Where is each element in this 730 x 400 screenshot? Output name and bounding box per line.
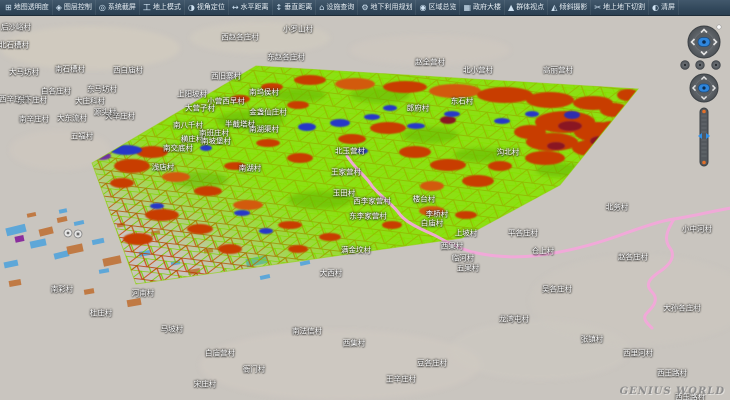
app-window: 后沙峪村北石槽村西赵各庄村小罗山村东赵各庄村赵全营村北小营村高丽营村西白庙村大马… (0, 0, 730, 400)
tilt-compass[interactable] (690, 74, 718, 102)
above-ground-mode-icon: 工 (143, 4, 151, 12)
map-transparency-icon: ⊞ (5, 4, 12, 12)
toolbar-label: 群体视点 (516, 4, 544, 11)
zoom-in-dot[interactable] (702, 110, 706, 114)
clear-screen-icon: ◐ (652, 4, 659, 12)
toolbar-label: 政府大楼 (473, 4, 501, 11)
group-viewpoint-icon: ▲ (508, 4, 514, 12)
toolbar-button-horizontal-distance[interactable]: ↔水平距离 (229, 0, 273, 15)
toolbar-label: 系统截屏 (108, 4, 136, 11)
region-overview-icon: ◉ (419, 4, 426, 12)
horizontal-distance-icon: ↔ (232, 4, 239, 12)
navigation-widget (676, 20, 730, 170)
oblique-photography-icon: ◭ (551, 4, 557, 12)
toolbar-label: 地上地下切割 (603, 4, 645, 11)
ground-underground-cut-icon: ✂ (594, 4, 601, 12)
toolbar-button-layer-control[interactable]: ◈图层控制 (53, 0, 96, 15)
toolbar-button-map-transparency[interactable]: ⊞地图透明度 (2, 0, 53, 15)
toolbar-button-underground-planning[interactable]: ⚙地下利用规划 (358, 0, 416, 15)
toolbar-button-region-overview[interactable]: ◉区域总览 (416, 0, 460, 15)
zoom-slider[interactable] (698, 108, 710, 166)
government-building-icon: ▦ (463, 4, 471, 12)
map-canvas[interactable] (0, 0, 730, 400)
pan-compass[interactable] (688, 26, 720, 58)
toolbar-button-above-ground-mode[interactable]: 工地上模式 (140, 0, 185, 15)
watermark: GENIUS WORLD (620, 386, 725, 397)
toolbar: ⊞地图透明度◈图层控制◎系统截屏工地上模式◑视角定位↔水平距离↕垂直距离⌂设施查… (0, 0, 730, 16)
toolbar-label: 垂直距离 (284, 4, 312, 11)
zoom-out-dot[interactable] (702, 161, 706, 165)
underground-planning-icon: ⚙ (361, 4, 368, 12)
compass-north-dot[interactable] (717, 25, 721, 29)
toolbar-label: 倾斜摄影 (559, 4, 587, 11)
toolbar-button-facility-query[interactable]: ⌂设施查询 (316, 0, 358, 15)
toolbar-button-clear-screen[interactable]: ◐清屏 (649, 0, 679, 15)
toolbar-button-government-building[interactable]: ▦政府大楼 (460, 0, 505, 15)
toolbar-label: 水平距离 (241, 4, 269, 11)
toolbar-label: 区域总览 (428, 4, 456, 11)
system-screenshot-icon: ◎ (99, 4, 106, 12)
view-positioning-icon: ◑ (188, 4, 195, 12)
toolbar-button-vertical-distance[interactable]: ↕垂直距离 (273, 0, 317, 15)
toolbar-label: 地下利用规划 (370, 4, 412, 11)
toolbar-label: 视角定位 (197, 4, 225, 11)
toolbar-label: 地上模式 (153, 4, 181, 11)
toolbar-button-system-screenshot[interactable]: ◎系统截屏 (96, 0, 140, 15)
toolbar-button-view-positioning[interactable]: ◑视角定位 (185, 0, 229, 15)
toolbar-label: 清屏 (661, 4, 675, 11)
toolbar-button-group-viewpoint[interactable]: ▲群体视点 (505, 0, 548, 15)
poi-markers[interactable] (64, 229, 82, 238)
toolbar-label: 图层控制 (64, 4, 92, 11)
facility-query-icon: ⌂ (319, 4, 324, 12)
layer-control-icon: ◈ (56, 4, 62, 12)
toolbar-label: 地图透明度 (14, 4, 49, 11)
vertical-distance-icon: ↕ (276, 4, 283, 12)
toolbar-label: 设施查询 (326, 4, 354, 11)
view-mode-buttons (681, 61, 721, 70)
toolbar-button-ground-underground-cut[interactable]: ✂地上地下切割 (591, 0, 649, 15)
toolbar-button-oblique-photography[interactable]: ◭倾斜摄影 (548, 0, 591, 15)
